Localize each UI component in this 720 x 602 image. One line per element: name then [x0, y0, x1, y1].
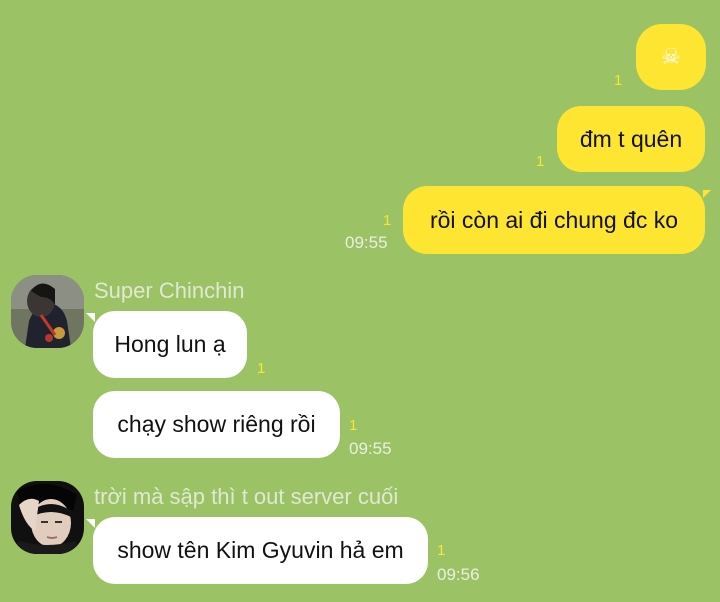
- avatar-photo: [11, 481, 84, 554]
- message-text: chạy show riêng rồi: [117, 411, 316, 437]
- outgoing-message-skull[interactable]: ☠: [636, 24, 706, 90]
- chat-view: ☠ 1 đm t quên 1 rồi còn ai đi chung đc k…: [0, 0, 720, 602]
- unread-count: 1: [383, 212, 392, 229]
- message-timestamp: 09:55: [345, 233, 388, 252]
- outgoing-message[interactable]: đm t quên: [557, 106, 705, 172]
- avatar[interactable]: [11, 481, 84, 554]
- unread-count: 1: [257, 360, 266, 377]
- message-text: rồi còn ai đi chung đc ko: [429, 206, 679, 233]
- incoming-message[interactable]: Hong lun ạ: [93, 311, 247, 378]
- skull-emoji-icon: ☠: [661, 44, 681, 69]
- unread-count: 1: [349, 417, 358, 434]
- unread-count: 1: [536, 153, 545, 170]
- incoming-message[interactable]: chạy show riêng rồi: [93, 391, 340, 458]
- unread-count: 1: [614, 72, 623, 89]
- outgoing-message[interactable]: rồi còn ai đi chung đc ko: [403, 186, 705, 254]
- message-timestamp: 09:55: [349, 439, 392, 458]
- incoming-message[interactable]: show tên Kim Gyuvin hả em: [93, 517, 428, 584]
- message-text: đm t quên: [579, 125, 683, 152]
- avatar-photo: [11, 275, 84, 348]
- message-text: Hong lun ạ: [114, 331, 226, 357]
- message-timestamp: 09:56: [437, 565, 480, 584]
- bubble-tail: [86, 313, 95, 322]
- avatar[interactable]: [11, 275, 84, 348]
- sender-name: Super Chinchin: [94, 278, 245, 303]
- bubble-tail: [86, 519, 95, 528]
- unread-count: 1: [437, 542, 446, 559]
- bubble-tail: [703, 190, 711, 198]
- message-text: show tên Kim Gyuvin hả em: [117, 537, 404, 563]
- sender-name: trời mà sập thì t out server cuối: [94, 484, 399, 509]
